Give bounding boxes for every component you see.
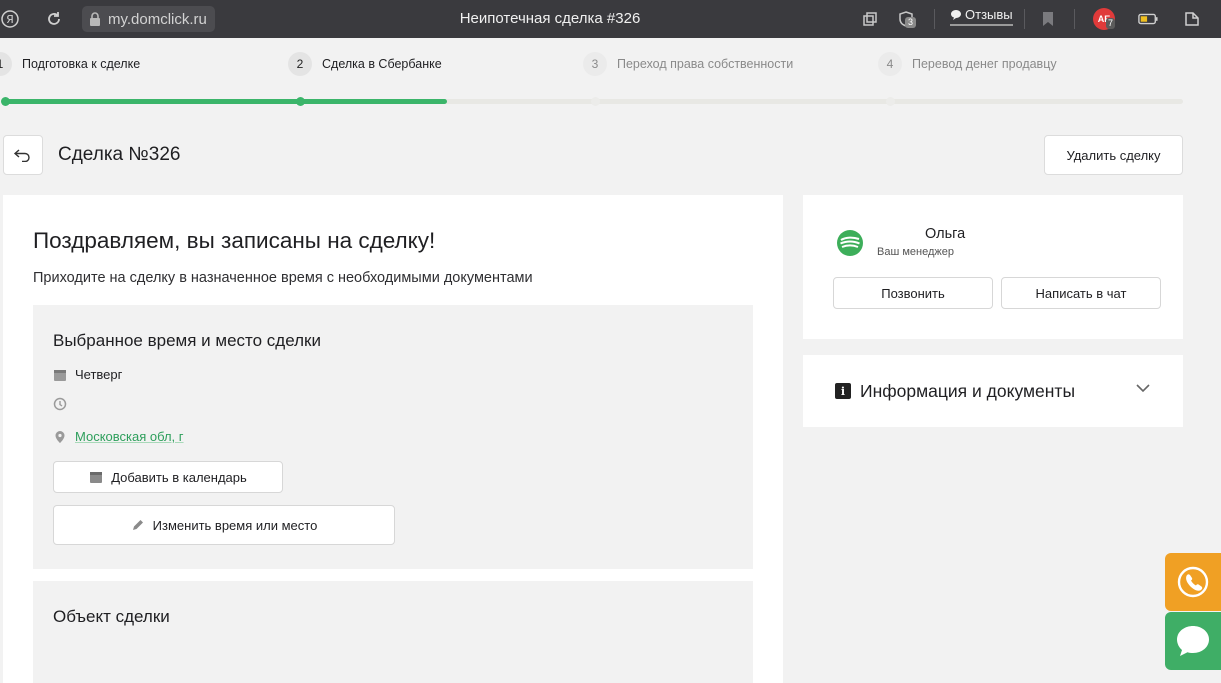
page-title: Сделка №326 [58,144,181,165]
deal-day: Четверг [75,367,123,382]
calendar-icon [90,472,103,483]
step-label: Переход права собственности [617,57,794,71]
change-time-place-button[interactable]: Изменить время или место [53,505,395,545]
bookmark-icon[interactable] [1038,9,1058,29]
callback-float-button[interactable] [1165,553,1221,611]
tab-title: Неипотечная сделка #326 [459,10,641,27]
deal-object-block: Объект сделки [33,581,753,683]
toolbar-divider [1074,9,1075,29]
step-dot [1,97,10,106]
reviews-button[interactable]: Отзывы [950,7,1013,26]
clock-icon [53,397,67,411]
chat-float-button[interactable] [1165,612,1221,670]
chevron-down-icon[interactable] [1135,383,1151,393]
manager-name: Ольга [925,226,966,242]
delete-deal-button[interactable]: Удалить сделку [1044,135,1183,175]
section-title: Объект сделки [53,607,170,626]
step-dot [296,97,305,106]
pencil-icon [132,520,143,530]
step-3: 3 Переход права собственности [583,52,793,76]
toolbar-divider [1024,9,1025,29]
back-button[interactable] [3,135,43,175]
manager-card: Ольга Ваш менеджер Позвонить Написать в … [803,195,1183,339]
step-number: 4 [878,52,902,76]
deal-main-card: Поздравляем, вы записаны на сделку! Прих… [3,195,783,683]
congrats-subtext: Приходите на сделку в назначенное время … [33,270,533,286]
speech-bubble-icon [951,9,961,20]
section-title: Выбранное время и место сделки [53,331,321,350]
deal-stepper: 1 Подготовка к сделке 2 Сделка в Сбербан… [0,38,1221,108]
sberbank-logo-icon [835,228,865,258]
deal-day-row: Четверг [53,367,122,382]
ae-extension-badge: 7 [1106,18,1116,29]
progress-fill [5,99,447,104]
add-to-calendar-button[interactable]: Добавить в календарь [53,461,283,493]
call-manager-label: Позвонить [881,285,945,301]
step-label: Сделка в Сбербанке [322,57,442,71]
deal-time-row [53,397,75,411]
toolbar-divider [934,9,935,29]
step-4: 4 Перевод денег продавцу [878,52,1057,76]
step-2: 2 Сделка в Сбербанке [288,52,442,76]
extension-badge: 3 [905,17,917,28]
back-arrow-icon [13,149,30,162]
step-dot [886,97,895,106]
browser-toolbar: Я my.domclick.ru Неипотечная сделка #326… [0,0,1221,38]
step-label: Подготовка к сделке [22,57,141,71]
info-documents-title: Информация и документы [860,381,1076,401]
deal-address-link[interactable]: Московская обл, г [75,429,184,444]
selected-time-place-block: Выбранное время и место сделки Четверг М… [33,305,753,569]
calendar-icon [53,368,67,382]
chat-bubble-icon [1177,626,1209,656]
congrats-heading: Поздравляем, вы записаны на сделку! [33,228,436,253]
manager-role: Ваш менеджер [877,246,954,258]
deal-address-row: Московская обл, г [53,429,184,444]
step-label: Перевод денег продавцу [912,57,1057,71]
phone-icon [1177,566,1209,598]
change-time-place-label: Изменить время или место [152,517,318,533]
call-manager-button[interactable]: Позвонить [833,277,993,309]
step-number: 1 [0,52,12,76]
step-1: 1 Подготовка к сделке [0,52,140,76]
add-to-calendar-label: Добавить в календарь [111,469,247,485]
info-documents-card[interactable]: i Информация и документы [803,355,1183,427]
location-pin-icon [53,430,67,444]
chat-manager-label: Написать в чат [1035,285,1127,301]
step-dot [591,97,600,106]
downloads-icon[interactable] [1182,9,1202,29]
reviews-label: Отзывы [965,7,1013,22]
step-number: 3 [583,52,607,76]
step-number: 2 [288,52,312,76]
extension-icon[interactable] [860,9,880,29]
chat-manager-button[interactable]: Написать в чат [1001,277,1161,309]
info-icon: i [835,383,851,399]
battery-icon[interactable] [1138,9,1158,29]
